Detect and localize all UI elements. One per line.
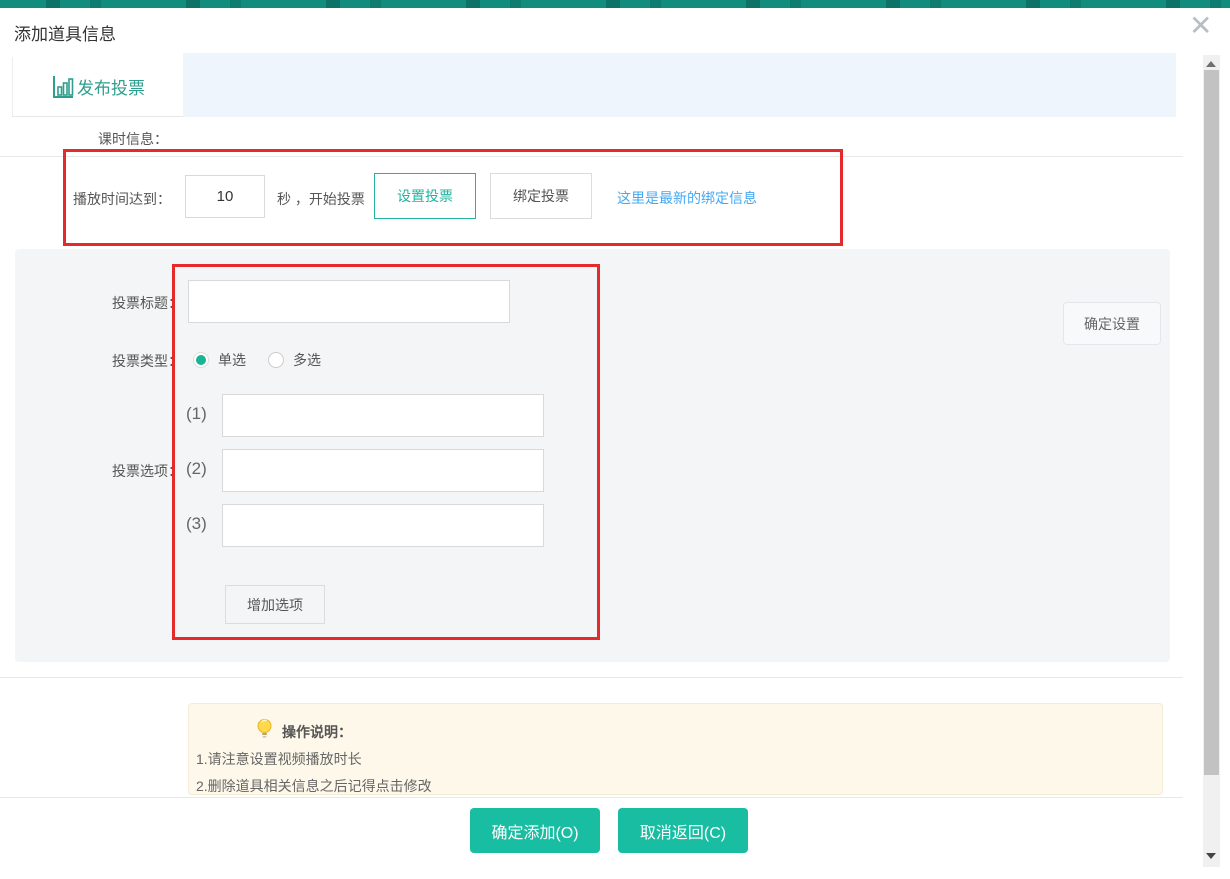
lightbulb-icon xyxy=(256,718,273,743)
scrollbar-thumb[interactable] xyxy=(1204,70,1219,775)
divider-middle xyxy=(0,677,1183,678)
instruction-line-2: 2.删除道具相关信息之后记得点击修改 xyxy=(196,776,432,796)
playback-suffix-label: 秒 ，开始投票 xyxy=(277,189,365,209)
option-3-input[interactable] xyxy=(222,504,544,547)
confirm-settings-button[interactable]: 确定设置 xyxy=(1063,302,1161,345)
radio-circle-icon xyxy=(268,352,284,368)
option-3-index: (3) xyxy=(186,514,207,534)
option-1-index: (1) xyxy=(186,404,207,424)
add-prop-info-modal: 添加道具信息 ✕ 发布投票 课时信息： 播放时间达到： 秒 ，开始投票 设置投票… xyxy=(0,0,1230,879)
tab-publish-vote[interactable]: 发布投票 xyxy=(12,57,183,117)
option-2-index: (2) xyxy=(186,459,207,479)
bind-info-link[interactable]: 这里是最新的绑定信息 xyxy=(617,188,757,208)
divider-top xyxy=(0,156,1183,157)
radio-single-choice[interactable]: 单选 xyxy=(193,350,246,370)
divider-bottom xyxy=(0,797,1183,798)
tab-strip-background xyxy=(183,53,1176,117)
radio-multi-choice[interactable]: 多选 xyxy=(268,350,321,370)
vote-options-label: 投票选项： xyxy=(112,461,182,481)
confirm-add-button[interactable]: 确定添加(O) xyxy=(470,808,600,853)
bar-chart-icon xyxy=(51,74,75,100)
instruction-line-1: 1.请注意设置视频播放时长 xyxy=(196,749,362,769)
vote-type-label: 投票类型： xyxy=(112,351,182,371)
option-1-input[interactable] xyxy=(222,394,544,437)
instructions-title: 操作说明： xyxy=(282,722,352,742)
option-2-input[interactable] xyxy=(222,449,544,492)
vote-title-label: 投票标题： xyxy=(112,293,182,313)
scrollbar-up-arrow-icon[interactable] xyxy=(1206,61,1216,67)
set-vote-button[interactable]: 设置投票 xyxy=(374,173,476,219)
background-page-header-bar xyxy=(0,0,1230,8)
vertical-scrollbar[interactable] xyxy=(1203,55,1220,867)
close-icon[interactable]: ✕ xyxy=(1189,12,1212,40)
vote-title-input[interactable] xyxy=(188,280,510,323)
radio-multi-choice-label: 多选 xyxy=(293,350,321,370)
modal-title: 添加道具信息 xyxy=(14,20,116,45)
add-option-button[interactable]: 增加选项 xyxy=(225,585,325,624)
tab-publish-vote-label: 发布投票 xyxy=(77,74,145,99)
lesson-info-label: 课时信息： xyxy=(98,129,168,149)
seconds-input[interactable] xyxy=(185,175,265,218)
radio-circle-icon xyxy=(193,352,209,368)
playback-time-label: 播放时间达到： xyxy=(73,189,171,209)
radio-single-choice-label: 单选 xyxy=(218,350,246,370)
scrollbar-down-arrow-icon[interactable] xyxy=(1206,853,1216,859)
bind-vote-button[interactable]: 绑定投票 xyxy=(490,173,592,219)
cancel-return-button[interactable]: 取消返回(C) xyxy=(618,808,748,853)
